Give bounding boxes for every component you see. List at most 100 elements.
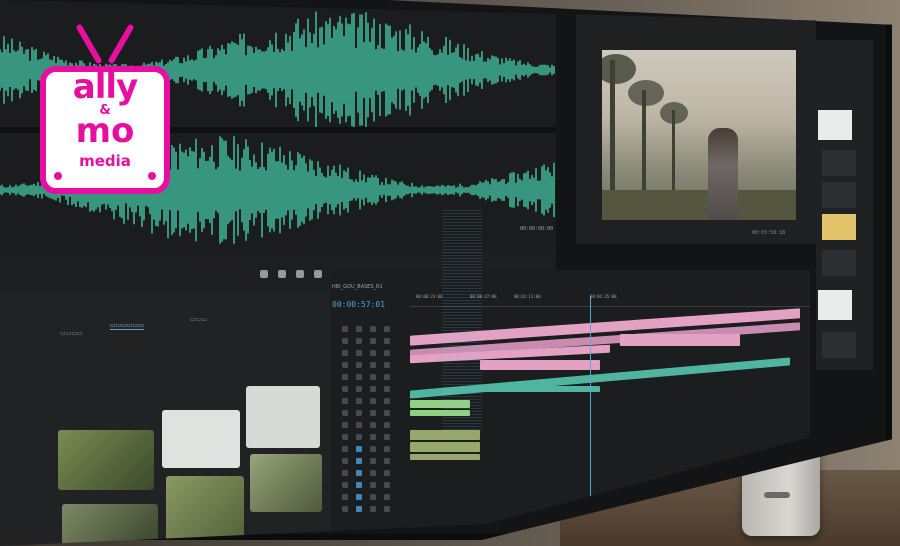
track-toggle-icon[interactable] xyxy=(356,506,362,512)
track-toggle-icon[interactable] xyxy=(356,446,362,452)
video-clip[interactable] xyxy=(620,334,740,346)
track-toggle-icon[interactable] xyxy=(384,494,390,500)
track-header[interactable] xyxy=(342,386,402,396)
audio-clip[interactable] xyxy=(410,442,480,452)
track-toggle-icon[interactable] xyxy=(356,458,362,464)
track-toggle-icon[interactable] xyxy=(384,374,390,380)
track-toggle-icon[interactable] xyxy=(356,326,362,332)
track-toggle-icon[interactable] xyxy=(342,482,348,488)
track-toggle-icon[interactable] xyxy=(384,506,390,512)
track-toggle-icon[interactable] xyxy=(342,338,348,344)
playhead[interactable] xyxy=(590,296,591,496)
track-toggle-icon[interactable] xyxy=(384,326,390,332)
mark-in-icon[interactable] xyxy=(260,270,268,278)
track-toggle-icon[interactable] xyxy=(384,458,390,464)
track-toggle-icon[interactable] xyxy=(356,470,362,476)
media-thumbnail[interactable] xyxy=(246,386,320,448)
track-header[interactable] xyxy=(342,326,402,336)
play-icon[interactable] xyxy=(314,270,322,278)
track-toggle-icon[interactable] xyxy=(370,482,376,488)
track-toggle-icon[interactable] xyxy=(356,482,362,488)
track-toggle-icon[interactable] xyxy=(342,458,348,464)
track-header[interactable] xyxy=(342,362,402,372)
track-toggle-icon[interactable] xyxy=(342,326,348,332)
track-toggle-icon[interactable] xyxy=(384,410,390,416)
track-toggle-icon[interactable] xyxy=(370,422,376,428)
track-header[interactable] xyxy=(342,506,402,516)
track-toggle-icon[interactable] xyxy=(384,398,390,404)
track-header[interactable] xyxy=(342,422,402,432)
track-header[interactable] xyxy=(342,446,402,456)
track-toggle-icon[interactable] xyxy=(342,386,348,392)
track-toggle-icon[interactable] xyxy=(370,458,376,464)
track-toggle-icon[interactable] xyxy=(342,410,348,416)
track-toggle-icon[interactable] xyxy=(370,362,376,368)
video-clip[interactable] xyxy=(480,360,600,370)
track-toggle-icon[interactable] xyxy=(384,446,390,452)
track-toggle-icon[interactable] xyxy=(356,374,362,380)
track-toggle-icon[interactable] xyxy=(356,494,362,500)
track-toggle-icon[interactable] xyxy=(356,350,362,356)
audio-clip[interactable] xyxy=(410,454,480,460)
track-toggle-icon[interactable] xyxy=(370,470,376,476)
track-toggle-icon[interactable] xyxy=(370,506,376,512)
media-thumbnail[interactable] xyxy=(58,430,154,490)
track-toggle-icon[interactable] xyxy=(342,434,348,440)
track-toggle-icon[interactable] xyxy=(370,338,376,344)
track-toggle-icon[interactable] xyxy=(356,410,362,416)
track-toggle-icon[interactable] xyxy=(370,410,376,416)
track-toggle-icon[interactable] xyxy=(384,470,390,476)
track-toggle-icon[interactable] xyxy=(384,338,390,344)
track-toggle-icon[interactable] xyxy=(370,398,376,404)
track-toggle-icon[interactable] xyxy=(342,446,348,452)
track-toggle-icon[interactable] xyxy=(356,386,362,392)
track-toggle-icon[interactable] xyxy=(370,326,376,332)
track-toggle-icon[interactable] xyxy=(370,434,376,440)
track-toggle-icon[interactable] xyxy=(384,434,390,440)
sequence-tab[interactable]: HBI_GOU_BASES_R1 xyxy=(332,284,383,290)
track-toggle-icon[interactable] xyxy=(384,362,390,368)
track-toggle-icon[interactable] xyxy=(342,494,348,500)
effect-thumbnail[interactable] xyxy=(818,110,852,140)
track-toggle-icon[interactable] xyxy=(342,350,348,356)
track-header[interactable] xyxy=(342,458,402,468)
effect-thumbnail[interactable] xyxy=(818,290,852,320)
libraries-tab[interactable]: ▭▭▭ xyxy=(190,316,207,323)
track-toggle-icon[interactable] xyxy=(370,446,376,452)
track-toggle-icon[interactable] xyxy=(370,494,376,500)
track-toggle-icon[interactable] xyxy=(370,386,376,392)
audio-clip[interactable] xyxy=(480,386,600,392)
track-header[interactable] xyxy=(342,374,402,384)
track-header[interactable] xyxy=(342,410,402,420)
track-toggle-icon[interactable] xyxy=(384,350,390,356)
go-to-in-icon[interactable] xyxy=(296,270,304,278)
audio-clip[interactable] xyxy=(410,430,480,440)
track-toggle-icon[interactable] xyxy=(370,374,376,380)
track-header[interactable] xyxy=(342,470,402,480)
track-toggle-icon[interactable] xyxy=(342,398,348,404)
track-header[interactable] xyxy=(342,350,402,360)
track-header[interactable] xyxy=(342,434,402,444)
track-toggle-icon[interactable] xyxy=(342,362,348,368)
track-header[interactable] xyxy=(342,494,402,504)
track-toggle-icon[interactable] xyxy=(384,482,390,488)
track-toggle-icon[interactable] xyxy=(342,422,348,428)
timeline-timecode[interactable]: 00:00:57:01 xyxy=(332,300,385,309)
track-toggle-icon[interactable] xyxy=(384,422,390,428)
track-toggle-icon[interactable] xyxy=(342,470,348,476)
track-toggle-icon[interactable] xyxy=(356,422,362,428)
track-toggle-icon[interactable] xyxy=(356,362,362,368)
step-back-icon[interactable] xyxy=(278,270,286,278)
track-header[interactable] xyxy=(342,482,402,492)
track-toggle-icon[interactable] xyxy=(342,374,348,380)
track-toggle-icon[interactable] xyxy=(356,338,362,344)
media-thumbnail[interactable] xyxy=(162,410,240,468)
track-toggle-icon[interactable] xyxy=(342,506,348,512)
track-toggle-icon[interactable] xyxy=(370,350,376,356)
media-browser-tab[interactable]: ▭▭▭▭▭▭ xyxy=(110,322,145,330)
media-thumbnail[interactable] xyxy=(250,454,322,512)
track-toggle-icon[interactable] xyxy=(356,434,362,440)
track-toggle-icon[interactable] xyxy=(356,398,362,404)
media-thumbnail[interactable] xyxy=(166,476,244,542)
track-header[interactable] xyxy=(342,398,402,408)
